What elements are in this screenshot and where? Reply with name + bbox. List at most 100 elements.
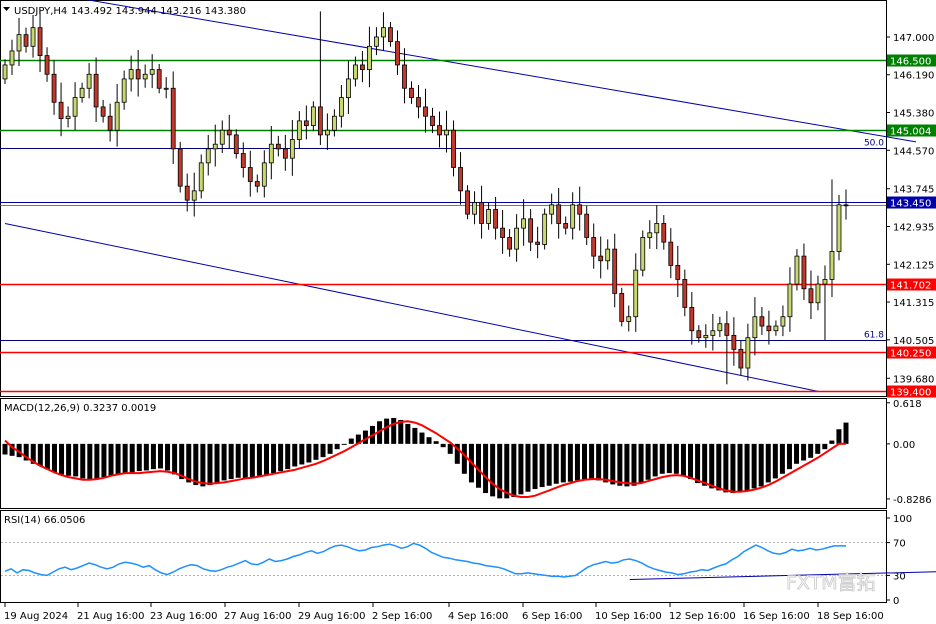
symbol-timeframe: USDJPY,H4 — [14, 6, 67, 17]
candle-body — [493, 209, 498, 229]
candle-body — [388, 27, 393, 43]
candle-body — [416, 97, 421, 108]
macd-bar — [673, 443, 679, 474]
level-tag-label: 143.450 — [890, 199, 931, 210]
candle-body — [759, 316, 765, 327]
macd-bar — [285, 443, 291, 470]
candle-body — [500, 227, 505, 238]
candle-body — [577, 204, 583, 215]
candle-body — [198, 162, 204, 192]
candle-body — [815, 283, 821, 304]
macd-bar — [292, 443, 298, 467]
price-tick-label: 141.315 — [893, 298, 934, 309]
macd-bar — [772, 443, 778, 479]
macd-bar — [172, 443, 178, 475]
candle-body — [773, 325, 779, 332]
candle-body — [58, 101, 64, 119]
macd-bar — [433, 441, 439, 444]
macd-bar — [532, 443, 538, 490]
candle-body — [430, 115, 435, 126]
rsi-tick-label: 70 — [893, 539, 906, 550]
price-tick-label: 146.190 — [893, 71, 934, 82]
candle-body — [605, 248, 611, 262]
macd-bar — [256, 443, 262, 476]
macd-bar — [574, 443, 580, 481]
level-tag-label: 140.250 — [890, 349, 931, 360]
macd-bar — [115, 443, 121, 475]
macd-bar — [702, 443, 708, 486]
macd-bar — [59, 443, 65, 475]
macd-bar — [263, 443, 269, 475]
candle-body — [360, 64, 365, 71]
macd-bar — [391, 417, 397, 444]
macd-bar — [659, 443, 665, 474]
candle-body — [9, 50, 15, 66]
macd-bar — [313, 443, 319, 460]
candle-body — [661, 223, 667, 243]
candle-body — [212, 143, 218, 150]
macd-bar — [525, 443, 531, 492]
time-tick-label: 10 Sep 16:00 — [595, 611, 662, 622]
candle-body — [542, 213, 548, 245]
macd-bar — [652, 443, 658, 477]
macd-bar — [553, 443, 559, 484]
candle-body — [93, 73, 99, 108]
candle-body — [282, 148, 288, 159]
usdjpy-chart: USDJPY,H4 143.492 143.944 143.216 143.38… — [0, 0, 936, 622]
macd-bar — [228, 443, 234, 480]
level-tag-label: 145.004 — [890, 127, 931, 138]
candle-body — [338, 97, 344, 117]
macd-bar — [2, 443, 8, 455]
time-tick-label: 21 Aug 16:00 — [77, 611, 144, 622]
macd-bar — [737, 443, 743, 493]
candle-body — [65, 115, 71, 119]
macd-bar — [518, 443, 524, 495]
macd-bar — [610, 443, 616, 485]
candle-body — [437, 125, 442, 136]
time-tick-label: 12 Sep 16:00 — [669, 611, 736, 622]
macd-bar — [617, 443, 623, 486]
time-tick-label: 23 Aug 16:00 — [150, 611, 217, 622]
macd-bar — [278, 443, 284, 472]
macd-bar — [136, 443, 142, 472]
candle-body — [324, 129, 330, 136]
candle-body — [247, 167, 253, 182]
candle-body — [191, 190, 197, 201]
macd-bar — [786, 443, 792, 470]
candle-body — [317, 106, 323, 136]
fib-label: 50.0 — [864, 139, 884, 149]
candle-body — [626, 316, 632, 322]
candle-body — [374, 36, 379, 47]
macd-bar — [249, 443, 255, 478]
candle-body — [296, 120, 302, 140]
macd-bar — [758, 443, 764, 487]
candle-body — [107, 115, 113, 131]
macd-bar — [815, 443, 821, 454]
candle-body — [37, 27, 43, 57]
macd-bar — [567, 443, 573, 482]
macd-bar — [143, 443, 149, 471]
candle-body — [142, 73, 148, 80]
price-tick-label: 142.125 — [893, 260, 934, 271]
rsi-tick-label: 30 — [893, 571, 906, 582]
candle-body — [30, 27, 36, 47]
macd-bar — [320, 443, 326, 458]
candle-body — [668, 241, 674, 266]
macd-bar — [490, 443, 496, 497]
price-tick-label: 145.380 — [893, 109, 934, 120]
macd-bar — [723, 443, 729, 493]
candle-body — [353, 64, 358, 80]
time-tick-label: 19 Aug 2024 — [4, 611, 68, 622]
macd-bar — [186, 443, 192, 483]
macd-bar — [306, 443, 312, 463]
candle-body — [331, 115, 337, 131]
candle-body — [675, 265, 681, 280]
price-tick-label: 143.745 — [893, 185, 934, 196]
macd-bar — [334, 443, 340, 450]
candle-body — [219, 129, 225, 145]
macd-bar — [779, 443, 785, 474]
macd-bar — [582, 443, 588, 480]
candle-body — [275, 143, 281, 150]
candle-body — [794, 255, 800, 285]
candle-body — [808, 288, 814, 304]
